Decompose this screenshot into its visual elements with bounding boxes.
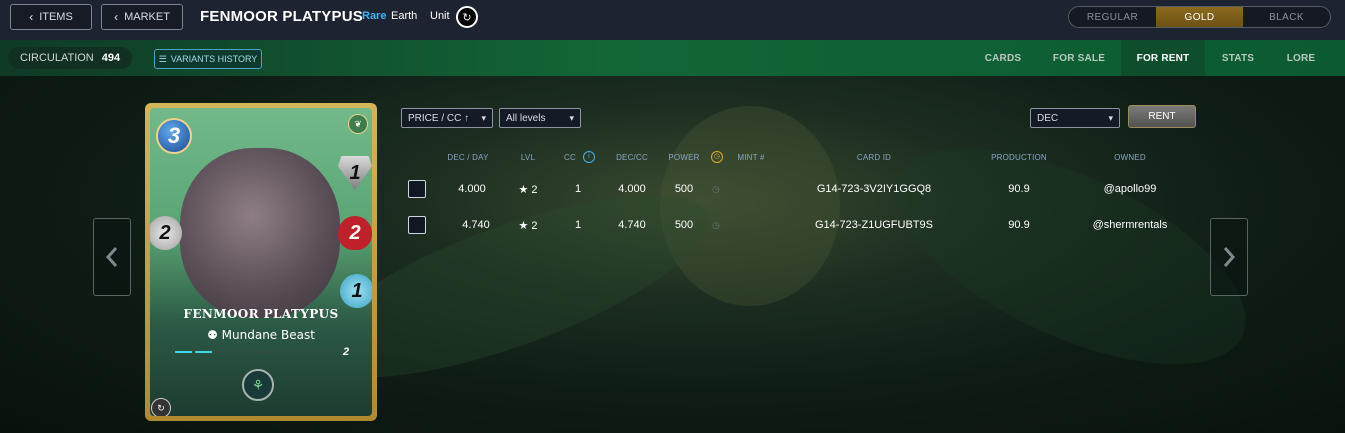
element-label: Earth bbox=[391, 10, 418, 22]
rent-button[interactable]: RENT bbox=[1128, 105, 1196, 128]
beast-icon: ⚉ bbox=[207, 328, 218, 342]
row-production: 90.9 bbox=[1008, 219, 1030, 231]
col-header-cc[interactable]: CC bbox=[558, 153, 582, 162]
row-level: ★ 2 bbox=[518, 184, 538, 196]
clock-icon: ◷ bbox=[712, 220, 720, 230]
row-dec-cc: 4.740 bbox=[618, 219, 646, 231]
top-bar: ‹ ITEMS ‹ MARKET FENMOOR PLATYPUS Rare E… bbox=[0, 0, 1345, 40]
health-stat: 2 bbox=[338, 216, 372, 250]
currency-select-value: DEC bbox=[1037, 112, 1059, 124]
clock-icon: ◷ bbox=[712, 184, 720, 194]
col-header-owned[interactable]: OWNED bbox=[1100, 153, 1160, 162]
col-header-production[interactable]: PRODUCTION bbox=[984, 153, 1054, 162]
tab-for-rent[interactable]: FOR RENT bbox=[1121, 40, 1205, 76]
items-button-label: ITEMS bbox=[39, 11, 73, 23]
col-header-power[interactable]: POWER bbox=[664, 153, 704, 162]
circulation-badge: CIRCULATION 494 bbox=[8, 47, 133, 69]
circulation-value: 494 bbox=[101, 52, 121, 64]
col-header-card-id[interactable]: CARD ID bbox=[830, 153, 918, 162]
unit-type-label: Unit bbox=[430, 10, 450, 22]
next-card-button[interactable] bbox=[1210, 218, 1248, 296]
unit-type-icon: ↻ bbox=[456, 6, 478, 28]
tab-for-sale[interactable]: FOR SALE bbox=[1040, 40, 1118, 76]
card-type: ⚉ Mundane Beast bbox=[150, 328, 372, 342]
row-cc: 1 bbox=[574, 183, 582, 195]
armor-stat: 1 bbox=[338, 156, 372, 190]
row-owner[interactable]: @shermrentals bbox=[1078, 219, 1182, 231]
mana-cost: 3 bbox=[156, 118, 192, 154]
tab-cards[interactable]: CARDS bbox=[968, 40, 1038, 76]
chevron-down-icon: ▾ bbox=[1108, 112, 1113, 123]
card-name: FENMOOR PLATYPUS bbox=[183, 307, 339, 321]
market-button[interactable]: ‹ MARKET bbox=[101, 4, 183, 30]
col-header-mint[interactable]: MINT # bbox=[732, 153, 770, 162]
variants-history-button[interactable]: ☰ VARIANTS HISTORY bbox=[154, 49, 262, 69]
melee-value: 2 bbox=[159, 221, 171, 244]
variants-history-label: VARIANTS HISTORY bbox=[170, 54, 258, 64]
foil-selector: REGULAR GOLD BLACK bbox=[1068, 6, 1331, 28]
row-card-id[interactable]: G14-723-Z1UGFUBT9S bbox=[805, 219, 943, 231]
row-production: 90.9 bbox=[1008, 183, 1030, 195]
info-icon[interactable]: i bbox=[583, 151, 595, 163]
row-checkbox[interactable] bbox=[408, 180, 426, 198]
card-image: 3 ❦ 1 2 2 1 FENMOOR PLATYPUS ⚉ Mundane B… bbox=[145, 103, 377, 421]
card-face: 3 ❦ 1 2 2 1 FENMOOR PLATYPUS ⚉ Mundane B… bbox=[150, 108, 372, 416]
chevron-left-icon bbox=[105, 247, 118, 267]
sort-select-value: PRICE / CC ↑ bbox=[408, 112, 470, 124]
row-level: ★ 2 bbox=[518, 220, 538, 232]
card-type-label: Mundane Beast bbox=[221, 328, 315, 342]
col-header-dec-day[interactable]: DEC / DAY bbox=[440, 153, 496, 162]
row-card-id[interactable]: G14-723-3V2IY1GGQ8 bbox=[805, 183, 943, 195]
chevron-down-icon: ▾ bbox=[481, 112, 486, 123]
tab-stats[interactable]: STATS bbox=[1207, 40, 1269, 76]
armor-value: 1 bbox=[349, 161, 361, 184]
row-dec-cc: 4.000 bbox=[618, 183, 646, 195]
tab-lore[interactable]: LORE bbox=[1270, 40, 1332, 76]
chevron-right-icon bbox=[1223, 247, 1236, 267]
market-button-label: MARKET bbox=[124, 11, 170, 23]
card-artwork bbox=[180, 148, 340, 318]
sort-select[interactable]: PRICE / CC ↑ ▾ bbox=[401, 108, 493, 128]
row-owner[interactable]: @apollo99 bbox=[1078, 183, 1182, 195]
card-level: 2 bbox=[343, 346, 350, 358]
col-header-dec-cc[interactable]: DEC/CC bbox=[608, 153, 656, 162]
earth-element-icon: ❦ bbox=[348, 114, 368, 134]
level-select[interactable]: All levels ▾ bbox=[499, 108, 581, 128]
row-power: 500 bbox=[674, 183, 694, 195]
back-chevron-icon: ‹ bbox=[29, 10, 34, 24]
health-value: 2 bbox=[349, 221, 361, 244]
foil-gold[interactable]: GOLD bbox=[1156, 7, 1243, 27]
currency-select[interactable]: DEC ▾ bbox=[1030, 108, 1120, 128]
row-dec-day: 4.000 bbox=[458, 183, 486, 195]
previous-card-button[interactable] bbox=[93, 218, 131, 296]
foil-regular[interactable]: REGULAR bbox=[1069, 7, 1156, 27]
ability-icon: ⚘ bbox=[242, 369, 274, 401]
level-select-value: All levels bbox=[506, 112, 546, 124]
sub-bar: CIRCULATION 494 ☰ VARIANTS HISTORY CARDS… bbox=[0, 40, 1345, 76]
melee-stat: 2 bbox=[150, 216, 182, 250]
col-header-lvl[interactable]: LVL bbox=[512, 153, 544, 162]
row-power: 500 bbox=[674, 219, 694, 231]
chevron-down-icon: ▾ bbox=[569, 112, 574, 123]
items-button[interactable]: ‹ ITEMS bbox=[10, 4, 92, 30]
rarity-label: Rare bbox=[362, 10, 387, 22]
speed-value: 1 bbox=[351, 279, 363, 302]
row-checkbox[interactable] bbox=[408, 216, 426, 234]
foil-black[interactable]: BLACK bbox=[1243, 7, 1330, 27]
speed-stat: 1 bbox=[340, 274, 372, 308]
clock-header-icon: ◷ bbox=[711, 151, 723, 163]
row-dec-day: 4.740 bbox=[462, 219, 490, 231]
level-progress-bar bbox=[175, 351, 332, 353]
row-cc: 1 bbox=[574, 219, 582, 231]
list-icon: ☰ bbox=[158, 53, 167, 64]
card-title: FENMOOR PLATYPUS bbox=[200, 8, 363, 25]
circulation-label: CIRCULATION bbox=[20, 52, 94, 64]
back-chevron-icon: ‹ bbox=[114, 10, 119, 24]
unit-type-small-icon: ↻ bbox=[151, 398, 171, 416]
